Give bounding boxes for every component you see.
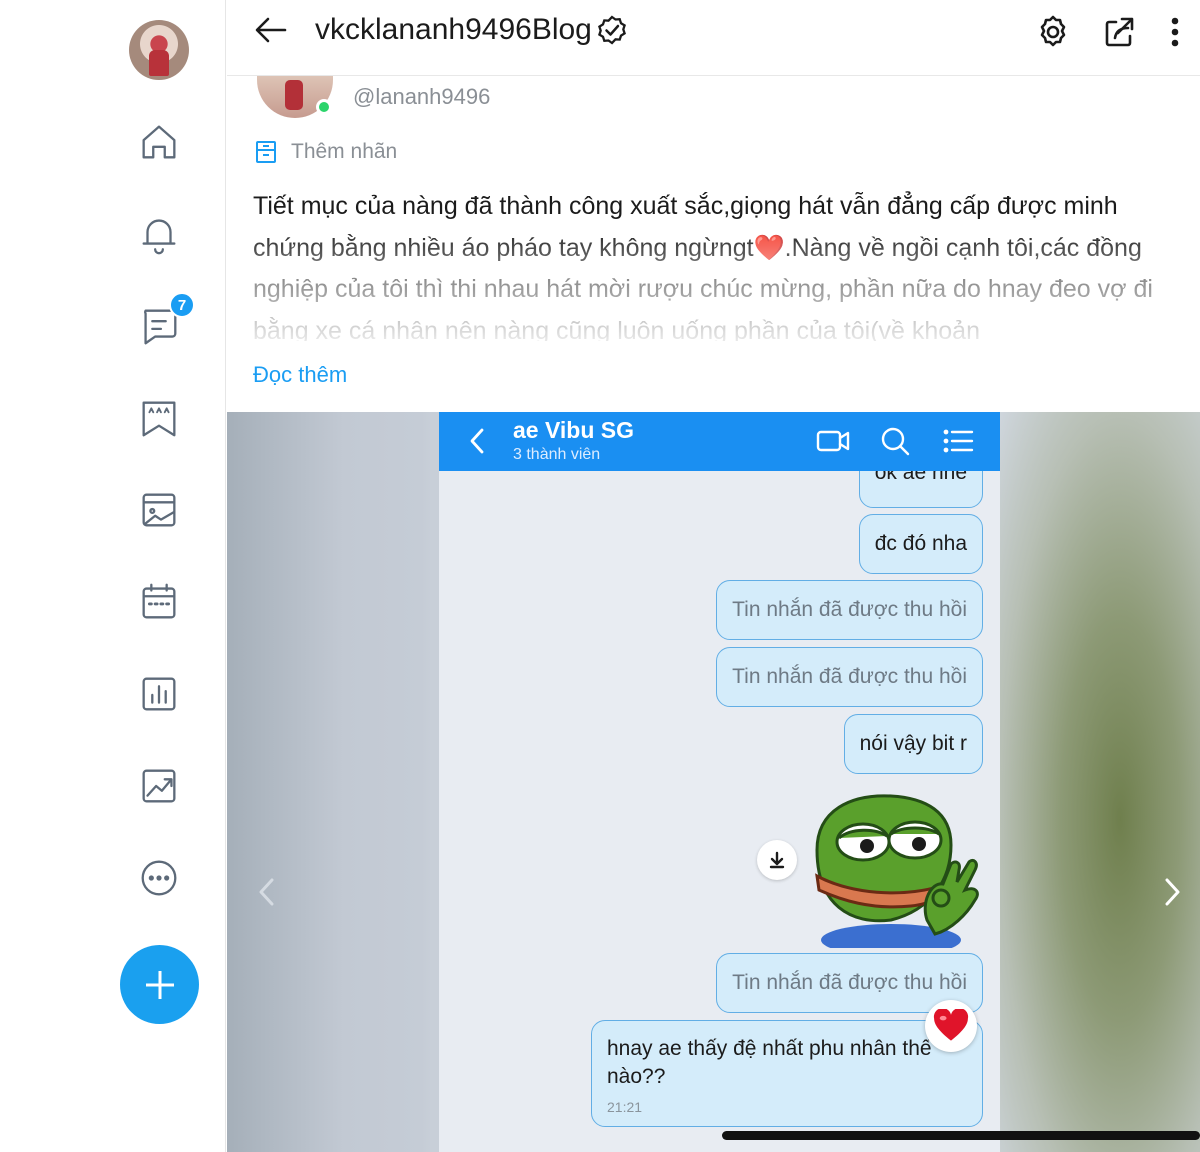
read-more-link[interactable]: Đọc thêm xyxy=(253,362,347,388)
chat-back-icon xyxy=(465,425,493,459)
online-status-dot xyxy=(316,99,332,115)
next-image-preview xyxy=(1000,412,1200,1152)
recalled-message-bubble: Tin nhắn đã được thu hồi xyxy=(716,580,983,640)
blog-title: vkcklananh9496Blog xyxy=(315,13,592,46)
chat-bubble: đc đó nha xyxy=(858,514,983,574)
messages-badge: 7 xyxy=(169,292,195,318)
chat-group-name: ae Vibu SG xyxy=(513,417,635,443)
ratings-icon[interactable] xyxy=(133,392,185,444)
blog-header: vkcklananh9496Blog xyxy=(227,0,1200,76)
trending-icon[interactable] xyxy=(133,760,185,812)
chevron-right-icon xyxy=(1165,878,1180,906)
pepe-frog-sticker xyxy=(815,794,979,948)
left-sidebar: 7 xyxy=(0,0,226,1152)
chat-icon[interactable]: 7 xyxy=(133,292,195,352)
message-text: hnay ae thấy đệ nhất phu nhân thế nào?? xyxy=(607,1037,932,1088)
gallery-icon[interactable] xyxy=(133,484,185,536)
more-icon[interactable] xyxy=(133,852,185,904)
chat-bubble-with-time: hnay ae thấy đệ nhất phu nhân thế nào?? … xyxy=(591,1020,983,1127)
chat-bubble: nói vậy bit r xyxy=(843,714,983,774)
bell-icon[interactable] xyxy=(133,208,185,260)
create-post-button[interactable] xyxy=(120,945,199,1024)
heart-reaction-icon xyxy=(925,1000,977,1052)
settings-gear-icon[interactable] xyxy=(1033,12,1073,52)
search-icon xyxy=(877,424,915,460)
home-icon[interactable] xyxy=(133,116,185,168)
recalled-message-bubble: Tin nhắn đã được thu hồi xyxy=(716,647,983,707)
carousel-next-button[interactable] xyxy=(1152,867,1192,917)
chevron-left-icon xyxy=(259,878,274,906)
blog-title-row: vkcklananh9496Blog xyxy=(315,13,628,47)
more-vertical-icon[interactable] xyxy=(1155,12,1195,52)
chat-member-count: 3 thành viên xyxy=(513,446,601,463)
chat-screenshot: ae Vibu SG 3 thành viên ok ae nhe đc đó … xyxy=(439,412,1000,1152)
post-body-text: Tiết mục của nàng đã thành công xuất sắc… xyxy=(253,186,1173,341)
home-indicator xyxy=(722,1131,1200,1140)
message-time: 21:21 xyxy=(607,1099,643,1115)
carousel-prev-button[interactable] xyxy=(247,867,287,917)
chart-icon[interactable] xyxy=(133,668,185,720)
list-menu-icon xyxy=(941,424,979,460)
post-media-carousel[interactable]: ae Vibu SG 3 thành viên ok ae nhe đc đó … xyxy=(227,412,1200,1152)
calendar-icon[interactable] xyxy=(133,576,185,628)
add-tag-label: Thêm nhãn xyxy=(291,140,398,163)
back-button[interactable] xyxy=(253,12,293,52)
author-handle[interactable]: @lananh9496 xyxy=(353,84,490,110)
video-call-icon xyxy=(815,424,853,460)
download-icon xyxy=(757,840,797,880)
chat-header: ae Vibu SG 3 thành viên xyxy=(439,412,1000,471)
share-icon[interactable] xyxy=(1099,12,1139,52)
add-tag-button[interactable]: Thêm nhãn xyxy=(255,140,397,164)
profile-avatar[interactable] xyxy=(129,20,189,80)
verified-icon xyxy=(597,15,626,45)
tag-icon xyxy=(256,141,276,163)
